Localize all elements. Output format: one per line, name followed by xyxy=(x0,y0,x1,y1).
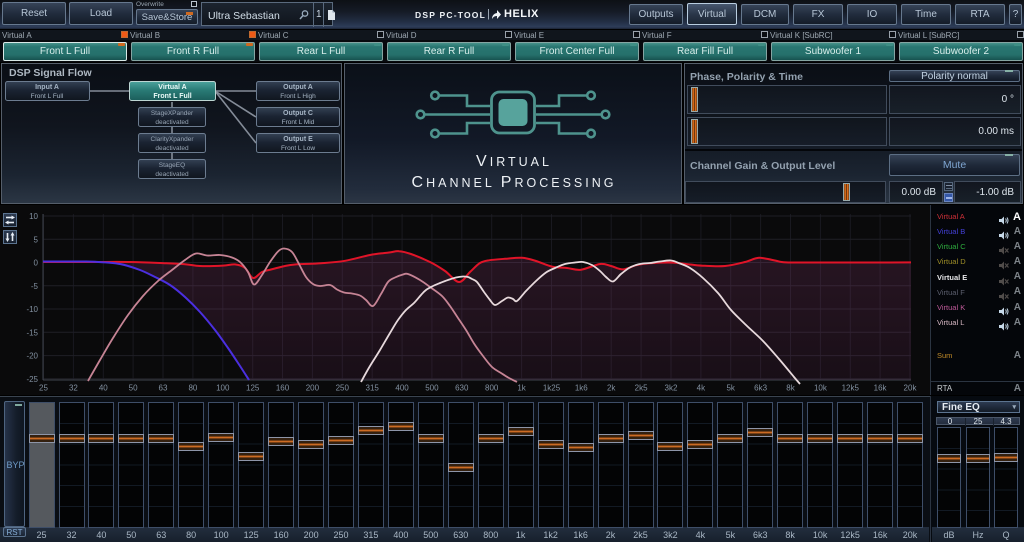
svg-text:1k: 1k xyxy=(517,384,526,393)
svg-text:4k: 4k xyxy=(697,384,706,393)
svg-text:2k5: 2k5 xyxy=(635,384,648,393)
svg-text:-10: -10 xyxy=(26,305,38,314)
svg-text:20k: 20k xyxy=(904,384,918,393)
svg-text:400: 400 xyxy=(395,384,409,393)
svg-text:100: 100 xyxy=(216,384,230,393)
svg-text:1k6: 1k6 xyxy=(575,384,588,393)
svg-text:8k: 8k xyxy=(786,384,795,393)
svg-text:630: 630 xyxy=(455,384,469,393)
svg-text:32: 32 xyxy=(69,384,78,393)
svg-text:63: 63 xyxy=(159,384,168,393)
svg-text:80: 80 xyxy=(188,384,197,393)
svg-text:125: 125 xyxy=(246,384,260,393)
svg-text:-25: -25 xyxy=(26,375,38,384)
svg-text:5: 5 xyxy=(34,235,39,244)
svg-text:-15: -15 xyxy=(26,328,38,337)
svg-text:6k3: 6k3 xyxy=(754,384,767,393)
svg-text:-5: -5 xyxy=(31,282,39,291)
svg-text:50: 50 xyxy=(129,384,138,393)
svg-text:3k2: 3k2 xyxy=(665,384,678,393)
svg-text:200: 200 xyxy=(306,384,320,393)
svg-text:500: 500 xyxy=(425,384,439,393)
svg-text:1k25: 1k25 xyxy=(543,384,561,393)
svg-text:2k: 2k xyxy=(607,384,616,393)
svg-text:-20: -20 xyxy=(26,352,38,361)
svg-text:40: 40 xyxy=(99,384,108,393)
svg-text:12k5: 12k5 xyxy=(842,384,860,393)
svg-text:0: 0 xyxy=(34,259,39,268)
svg-text:16k: 16k xyxy=(874,384,888,393)
svg-text:160: 160 xyxy=(276,384,290,393)
svg-text:10k: 10k xyxy=(814,384,828,393)
svg-text:250: 250 xyxy=(336,384,350,393)
svg-text:25: 25 xyxy=(39,384,48,393)
svg-text:315: 315 xyxy=(366,384,380,393)
svg-text:5k: 5k xyxy=(726,384,735,393)
svg-text:10: 10 xyxy=(29,212,38,221)
svg-text:800: 800 xyxy=(485,384,499,393)
